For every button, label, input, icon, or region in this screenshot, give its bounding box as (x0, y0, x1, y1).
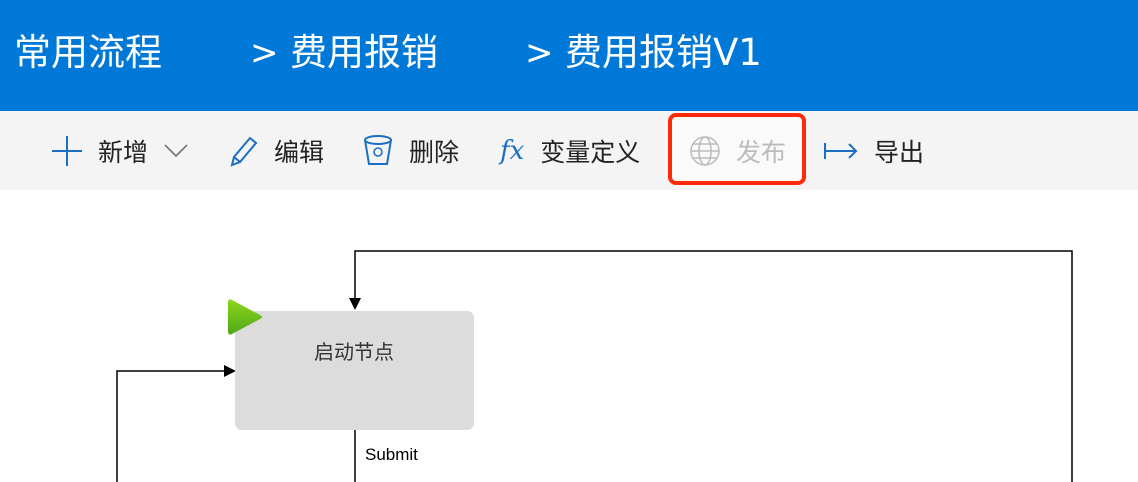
globe-icon (690, 135, 720, 166)
breadcrumb-item-common-flows[interactable]: 常用流程 (14, 28, 162, 78)
fx-icon: fx (500, 135, 525, 166)
start-node-label: 启动节点 (314, 340, 394, 364)
flow-canvas: 启动节点 Submit (116, 250, 1073, 482)
pencil-icon (230, 136, 258, 167)
breadcrumb-item-current: 费用报销V1 (565, 31, 762, 74)
edit-button[interactable]: 编辑 (228, 111, 324, 190)
variables-label: 变量定义 (540, 137, 641, 167)
edit-label: 编辑 (274, 137, 325, 167)
export-label: 导出 (874, 137, 925, 167)
variables-button[interactable]: fx 变量定义 (500, 111, 640, 190)
publish-label: 发布 (736, 137, 787, 167)
add-button[interactable]: 新增 (52, 111, 204, 190)
chevron-down-icon[interactable] (164, 143, 188, 158)
return-edge[interactable] (116, 370, 224, 482)
header-bar: 常用流程 > 费用报销 > 费用报销V1 (0, 0, 1138, 111)
edge-label-submit: Submit (365, 445, 418, 464)
export-button[interactable]: 导出 (824, 111, 924, 190)
breadcrumb-separator: > (525, 33, 554, 73)
arrow-head (349, 298, 361, 310)
arrow-head (224, 365, 236, 377)
delete-label: 删除 (409, 137, 460, 167)
delete-button[interactable]: 删除 (363, 111, 459, 190)
add-label: 新增 (98, 137, 149, 167)
toolbar: 新增 编辑 删除 fx 变量定义 发布 导出 (0, 111, 1138, 190)
plus-icon (52, 135, 82, 166)
start-node[interactable] (235, 311, 474, 430)
trash-icon (364, 134, 392, 165)
export-arrow-icon (824, 142, 858, 159)
publish-button[interactable]: 发布 (690, 111, 786, 190)
breadcrumb-separator: > (250, 33, 279, 73)
breadcrumb-item-expense[interactable]: 费用报销 (290, 28, 438, 78)
